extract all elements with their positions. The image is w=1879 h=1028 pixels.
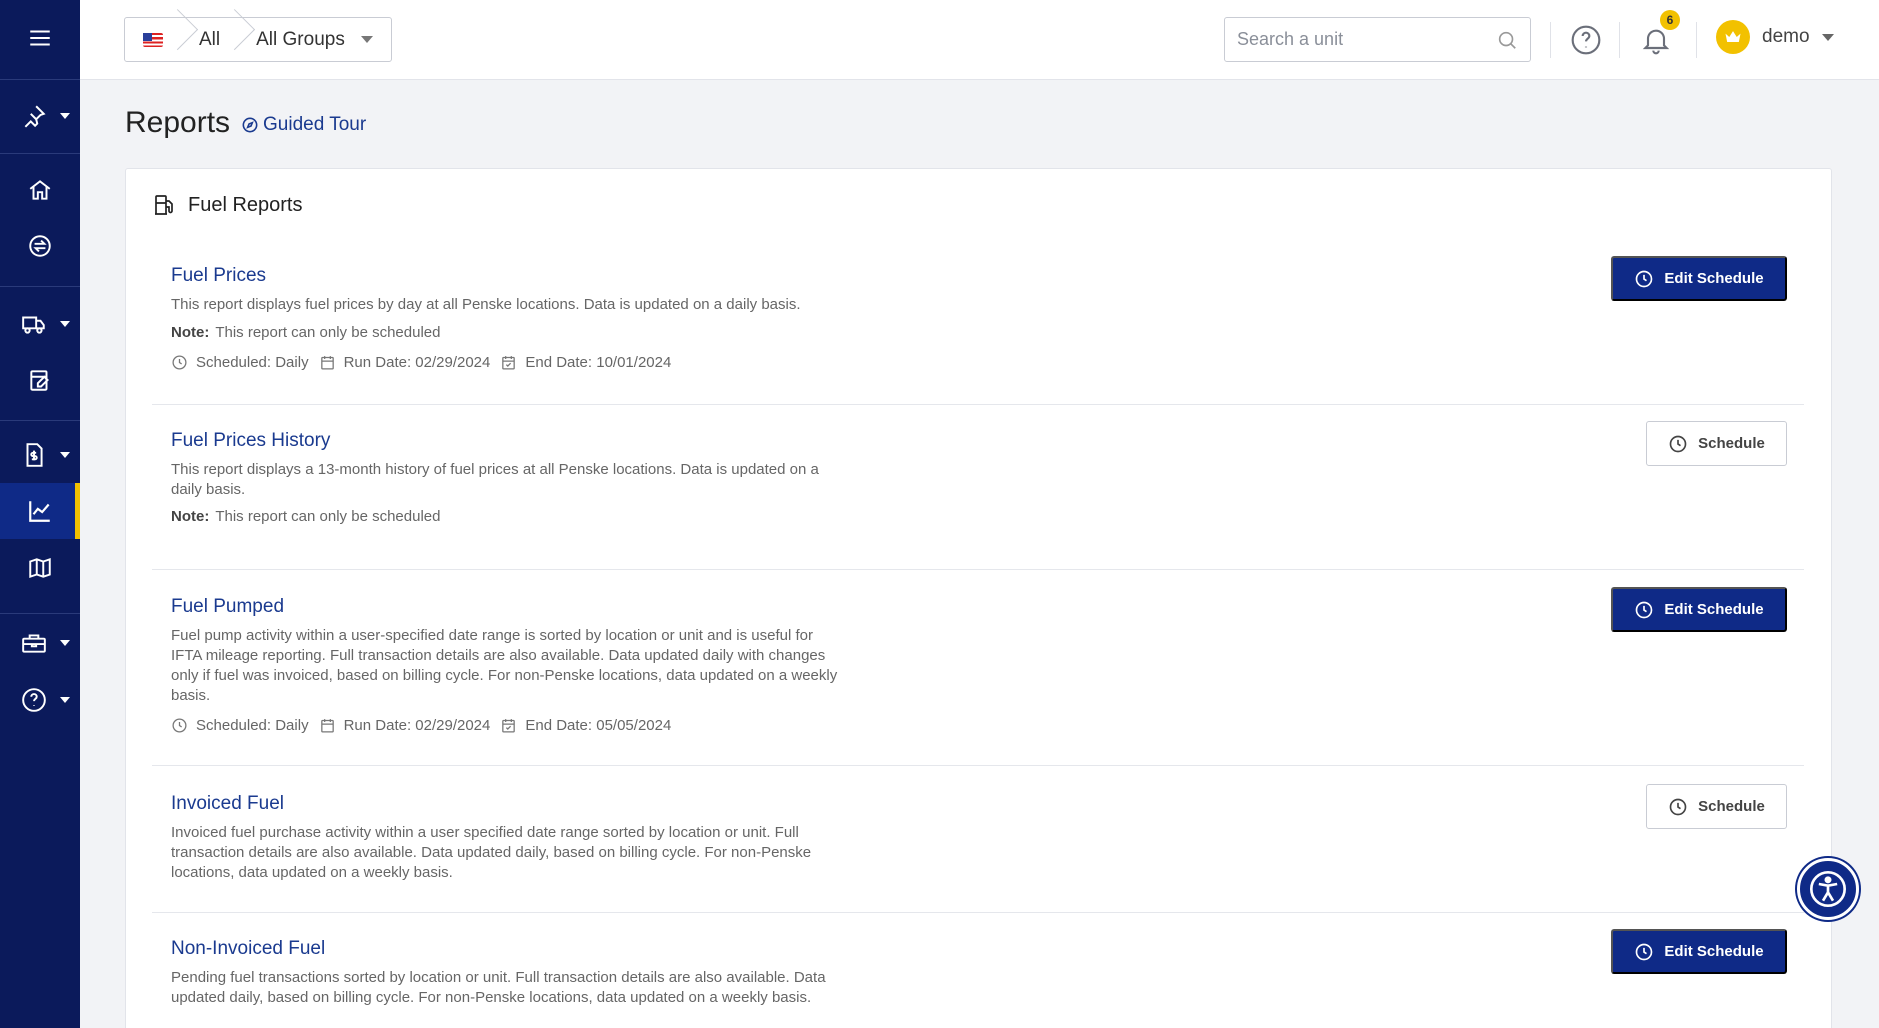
fuel-reports-card: Fuel Reports Fuel Prices This report dis… — [125, 168, 1832, 1028]
section-title: Fuel Reports — [188, 193, 303, 216]
home-icon — [29, 180, 51, 200]
map-icon — [29, 557, 51, 579]
fuel-card-icon — [30, 370, 49, 391]
calendar-check-icon — [502, 719, 516, 733]
schedule-meta: Scheduled: Daily Run Date: 02/29/2024 En… — [171, 354, 681, 371]
report-item: Non-Invoiced Fuel Pending fuel transacti… — [152, 929, 1804, 1028]
compass-icon — [242, 117, 258, 133]
report-title-link[interactable]: Fuel Prices History — [171, 430, 330, 452]
us-flag-icon — [143, 32, 163, 47]
button-label: Edit Schedule — [1664, 270, 1764, 287]
search-icon[interactable] — [1496, 29, 1518, 51]
chevron-down-icon — [1821, 33, 1834, 41]
edit-schedule-button[interactable]: Edit Schedule — [1611, 587, 1787, 632]
schedule-meta: Scheduled: Daily Run Date: 02/29/2024 En… — [171, 717, 681, 734]
page-title: Reports — [125, 106, 231, 139]
avatar — [1716, 20, 1750, 54]
report-title-link[interactable]: Invoiced Fuel — [171, 793, 284, 815]
note-text: This report can only be scheduled — [215, 324, 441, 341]
button-label: Schedule — [1698, 798, 1765, 815]
report-description: Fuel pump activity within a user-specifi… — [171, 627, 838, 704]
schedule-button[interactable]: Schedule — [1646, 421, 1787, 466]
clock-icon — [1669, 435, 1687, 452]
pin-icon — [24, 105, 46, 128]
sidebar-item-map[interactable] — [0, 540, 80, 596]
accessibility-button[interactable] — [1797, 858, 1859, 920]
toolbox-icon — [22, 634, 46, 653]
guided-tour-label: Guided Tour — [263, 114, 367, 135]
invoice-icon — [26, 443, 43, 467]
run-date: Run Date: 02/29/2024 — [343, 717, 491, 734]
clock-icon — [1636, 601, 1653, 618]
scheduled-frequency: Scheduled: Daily — [196, 717, 309, 734]
chart-icon — [29, 501, 50, 522]
username: demo — [1762, 26, 1810, 47]
fuel-pump-icon — [155, 195, 173, 215]
edit-schedule-button[interactable]: Edit Schedule — [1611, 929, 1787, 974]
report-item: Fuel Prices This report displays fuel pr… — [152, 256, 1804, 405]
run-date: Run Date: 02/29/2024 — [343, 354, 491, 371]
clock-icon — [172, 355, 187, 370]
chevron-down-icon — [360, 36, 373, 43]
report-item: Fuel Pumped Fuel pump activity within a … — [152, 587, 1804, 766]
truck-icon — [22, 316, 45, 334]
top-header: All All Groups 6 demo — [80, 0, 1879, 80]
menu-icon — [30, 30, 50, 46]
scheduled-frequency: Scheduled: Daily — [196, 354, 309, 371]
report-title-link[interactable]: Non-Invoiced Fuel — [171, 938, 325, 960]
report-item: Invoiced Fuel Invoiced fuel purchase act… — [152, 784, 1804, 913]
sidebar — [0, 0, 80, 1028]
schedule-button[interactable]: Schedule — [1646, 784, 1787, 829]
sidebar-item-fuel[interactable] — [0, 352, 80, 408]
sidebar-item-home[interactable] — [0, 162, 80, 218]
section-header: Fuel Reports — [152, 193, 303, 217]
button-label: Edit Schedule — [1664, 601, 1764, 618]
note-label: Note: — [171, 508, 210, 525]
report-title-link[interactable]: Fuel Prices — [171, 265, 266, 287]
accessibility-icon — [1810, 871, 1846, 907]
sidebar-item-reports[interactable] — [0, 483, 80, 539]
sidebar-item-tools[interactable] — [0, 615, 80, 671]
note-label: Note: — [171, 324, 210, 341]
help-icon — [22, 688, 46, 712]
sidebar-item-help[interactable] — [0, 672, 80, 728]
button-label: Schedule — [1698, 435, 1765, 452]
search-input[interactable] — [1237, 29, 1496, 50]
user-menu[interactable]: demo — [1716, 20, 1834, 54]
calendar-icon — [320, 719, 334, 733]
calendar-icon — [320, 356, 334, 370]
sidebar-item-exchange[interactable] — [0, 218, 80, 274]
breadcrumb-groups-dropdown[interactable]: All Groups — [238, 18, 391, 61]
unit-search — [1224, 17, 1531, 62]
report-note: Note: This report can only be scheduled — [171, 508, 440, 525]
report-item: Fuel Prices History This report displays… — [152, 421, 1804, 570]
clock-icon — [1636, 943, 1653, 960]
report-description: Invoiced fuel purchase activity within a… — [171, 824, 812, 881]
report-description: This report displays a 13-month history … — [171, 461, 819, 498]
sidebar-item-pinned[interactable] — [0, 88, 80, 144]
end-date: End Date: 10/01/2024 — [525, 354, 672, 371]
guided-tour-link[interactable]: Guided Tour — [242, 114, 366, 136]
report-title-link[interactable]: Fuel Pumped — [171, 596, 284, 618]
notification-badge: 6 — [1660, 10, 1680, 30]
breadcrumb: All All Groups — [124, 17, 392, 62]
report-note: Note: This report can only be scheduled — [171, 324, 440, 341]
menu-button[interactable] — [0, 10, 80, 66]
edit-schedule-button[interactable]: Edit Schedule — [1611, 256, 1787, 301]
clock-icon — [1669, 798, 1687, 815]
exchange-icon — [29, 235, 51, 257]
end-date: End Date: 05/05/2024 — [525, 717, 672, 734]
calendar-check-icon — [502, 356, 516, 370]
button-label: Edit Schedule — [1664, 943, 1764, 960]
sidebar-item-billing[interactable] — [0, 427, 80, 483]
sidebar-item-fleet[interactable] — [0, 296, 80, 352]
help-circle-icon[interactable] — [1570, 24, 1602, 56]
clock-icon — [1636, 270, 1653, 287]
breadcrumb-groups-label: All Groups — [256, 28, 345, 50]
report-description: Pending fuel transactions sorted by loca… — [171, 969, 826, 1006]
crown-icon — [1725, 31, 1741, 42]
clock-icon — [172, 718, 187, 733]
note-text: This report can only be scheduled — [215, 508, 441, 525]
report-description: This report displays fuel prices by day … — [171, 296, 801, 313]
